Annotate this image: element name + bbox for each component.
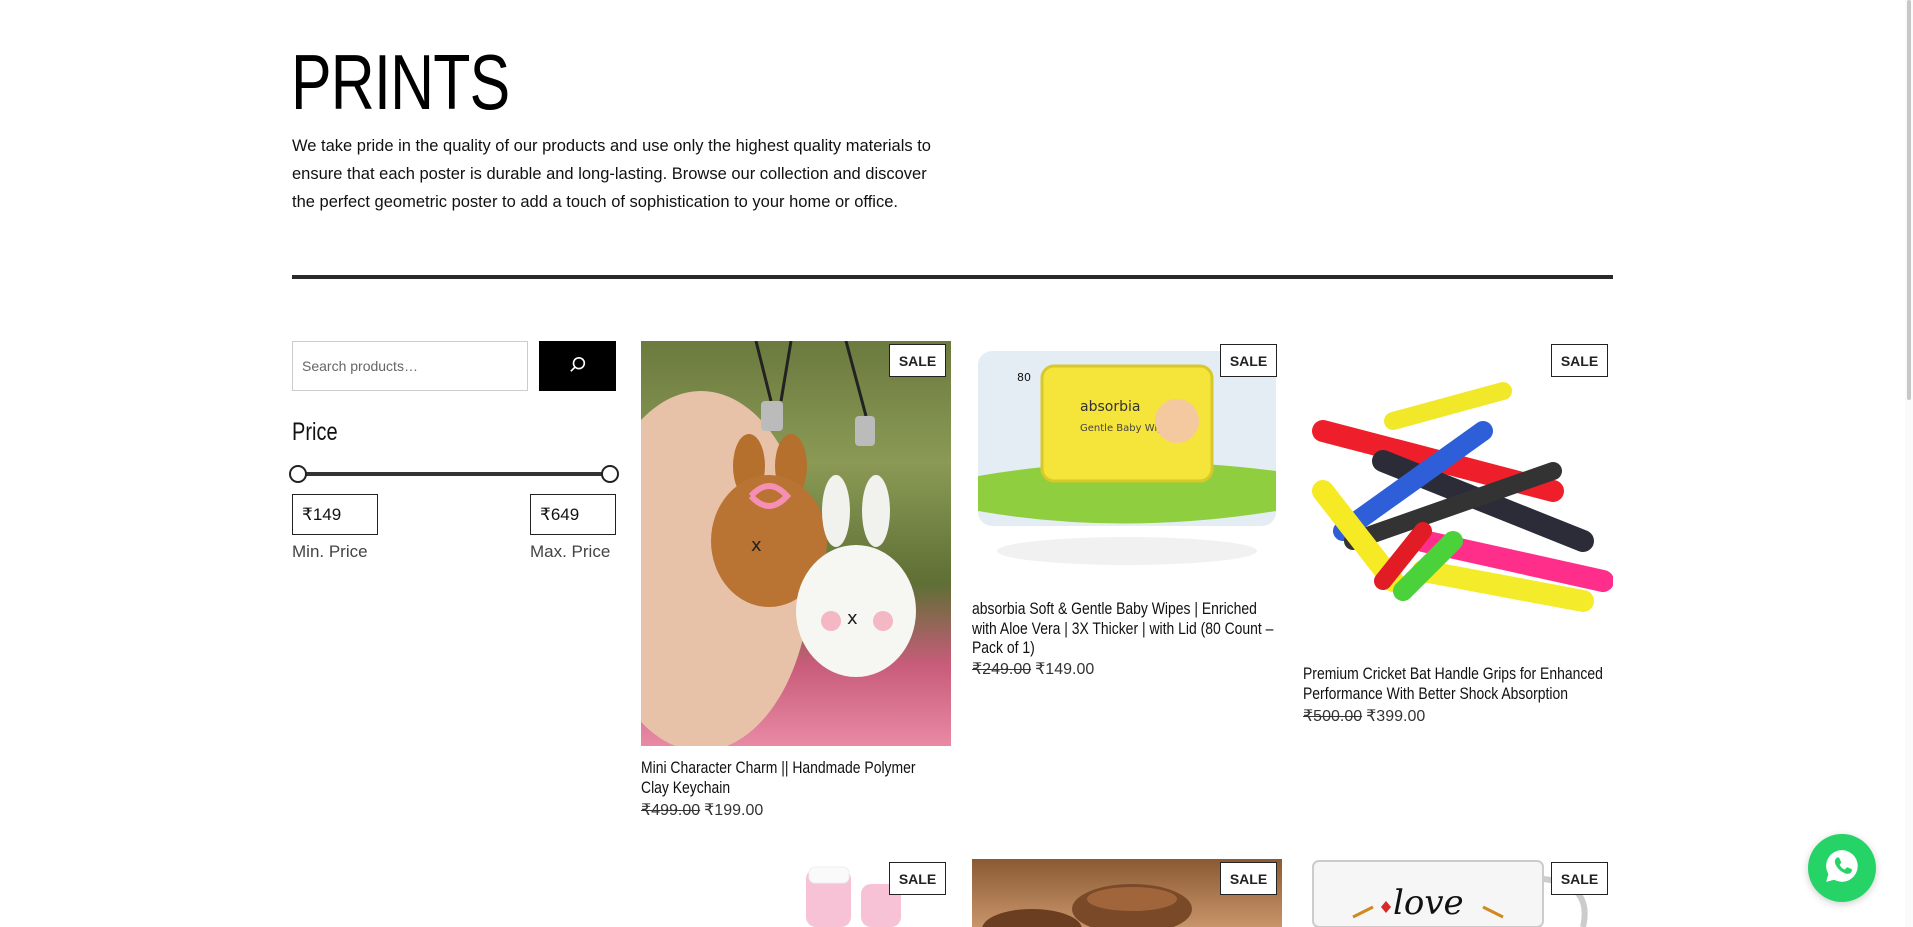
- price-slider-max-handle[interactable]: [601, 465, 619, 483]
- search-button[interactable]: [539, 341, 616, 391]
- page-description: We take pride in the quality of our prod…: [292, 137, 931, 211]
- original-price: ₹500.00: [1303, 708, 1363, 725]
- product-price: ₹500.00 ₹399.00: [1303, 706, 1425, 726]
- product-image[interactable]: x x: [641, 341, 951, 746]
- min-price-input[interactable]: ₹149: [292, 494, 378, 535]
- min-price-label: Min. Price: [292, 542, 368, 561]
- sale-badge: SALE: [1551, 344, 1608, 377]
- sale-badge: SALE: [889, 344, 946, 377]
- whatsapp-icon: [1823, 847, 1861, 890]
- wipes-brand: absorbia: [1080, 399, 1140, 415]
- product-title[interactable]: Mini Character Charm || Handmade Polymer…: [641, 758, 936, 797]
- sale-badge: SALE: [1551, 862, 1608, 895]
- product-title[interactable]: Premium Cricket Bat Handle Grips for Enh…: [1303, 664, 1606, 703]
- product-price: ₹249.00 ₹149.00: [972, 659, 1094, 679]
- max-price-label: Max. Price: [530, 542, 611, 561]
- product-title[interactable]: absorbia Soft & Gentle Baby Wipes | Enri…: [972, 599, 1275, 658]
- max-price-input[interactable]: ₹649: [530, 494, 616, 535]
- original-price: ₹249.00: [972, 661, 1032, 678]
- price-slider-track[interactable]: [298, 472, 610, 476]
- wipes-count: 80: [1017, 371, 1031, 384]
- page-title: PRINTS: [291, 38, 510, 126]
- whatsapp-chat-button[interactable]: [1808, 834, 1876, 902]
- sale-price: ₹149.00: [1035, 661, 1095, 678]
- svg-text:x: x: [751, 535, 762, 556]
- divider: [292, 275, 1613, 279]
- search-icon: [569, 356, 587, 377]
- sale-badge: SALE: [1220, 862, 1277, 895]
- original-price: ₹499.00: [641, 802, 701, 819]
- product-image[interactable]: absorbia Gentle Baby Wipes 80: [972, 341, 1282, 581]
- svg-text:x: x: [847, 608, 858, 629]
- sale-price: ₹199.00: [704, 802, 764, 819]
- sale-price: ₹399.00: [1366, 708, 1426, 725]
- sale-badge: SALE: [1220, 344, 1277, 377]
- price-filter-heading: Price: [292, 418, 338, 446]
- search-input[interactable]: [292, 341, 528, 391]
- scrollbar[interactable]: [1905, 0, 1913, 927]
- scrollbar-thumb[interactable]: [1907, 0, 1911, 400]
- price-slider-min-handle[interactable]: [289, 465, 307, 483]
- product-image[interactable]: [1303, 341, 1613, 651]
- product-price: ₹499.00 ₹199.00: [641, 800, 763, 820]
- mug-text: love: [1393, 883, 1464, 923]
- sale-badge: SALE: [889, 862, 946, 895]
